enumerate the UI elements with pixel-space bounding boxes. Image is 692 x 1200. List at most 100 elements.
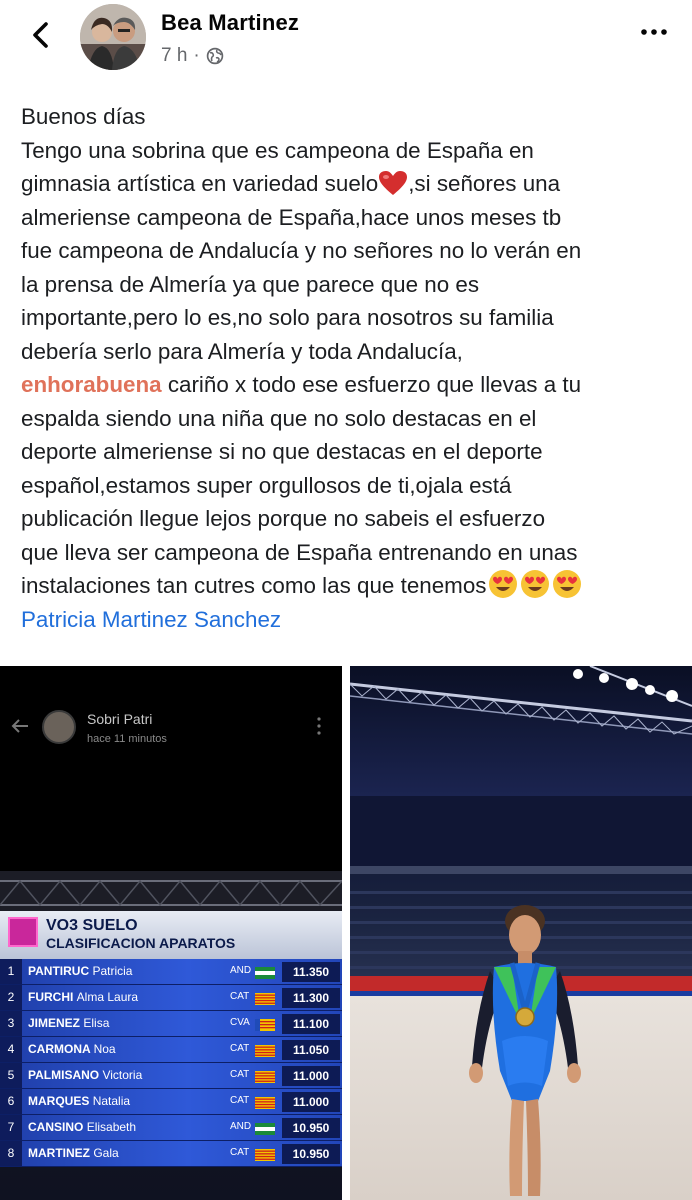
athlete-name: PALMISANO Victoria xyxy=(28,1068,143,1082)
rank-cell: 8 xyxy=(0,1141,22,1166)
scoreboard-row: 6 MARQUES Natalia CAT 11.000 xyxy=(0,1089,342,1115)
gymnast-figure xyxy=(469,905,581,1196)
athlete-name: MARQUES Natalia xyxy=(28,1094,131,1108)
scoreboard-row: 2 FURCHI Alma Laura CAT 11.300 xyxy=(0,985,342,1011)
athlete-name: CANSINO Elisabeth xyxy=(28,1120,137,1134)
story-name: Sobri Patri xyxy=(87,711,153,727)
text-line: que lleva ser campeona de España entrena… xyxy=(21,539,578,565)
team-code: AND xyxy=(230,1121,252,1132)
text-line: Patricia Martinez Sanchez xyxy=(21,603,681,637)
team-code: CAT xyxy=(230,1069,250,1080)
team-flag-icon xyxy=(255,1018,275,1031)
team-flag-icon xyxy=(255,992,275,1005)
heart-emoji-icon xyxy=(379,171,408,195)
text-line: enhorabuena cariño x todo ese esfuerzo q… xyxy=(21,368,681,402)
scoreboard-row: 5 PALMISANO Victoria CAT 11.000 xyxy=(0,1063,342,1089)
heart-eyes-emoji-icon xyxy=(521,570,550,598)
author-name[interactable]: Bea Martinez xyxy=(161,10,299,36)
meta-separator: · xyxy=(193,45,200,66)
score-cell: 11.300 xyxy=(282,988,340,1008)
arrow-left-icon xyxy=(11,719,28,733)
score-cell: 11.000 xyxy=(282,1066,340,1086)
highlighted-word: enhorabuena xyxy=(21,372,162,397)
text-line: debería serlo para Almería y toda Andalu… xyxy=(21,338,463,364)
text-line: Tengo una sobrina que es campeona de Esp… xyxy=(21,137,534,163)
heart-eyes-emoji-icon xyxy=(489,570,518,598)
text-line: instalaciones tan cutres como las que te… xyxy=(21,569,681,603)
text-line: importante,pero lo es,no solo para nosot… xyxy=(21,305,554,330)
scoreboard-row: 7 CANSINO Elisabeth AND 10.950 xyxy=(0,1115,342,1141)
team-code: CAT xyxy=(230,1043,250,1054)
score-cell: 11.050 xyxy=(282,1040,340,1060)
scoreboard-row: 1 PANTIRUC Patricia AND 11.350 xyxy=(0,959,342,985)
score-cell: 10.950 xyxy=(282,1118,340,1138)
photo-grid: Sobri Patri hace 11 minutos VO3 SUELO CL… xyxy=(0,666,692,1200)
more-vertical-icon xyxy=(317,717,321,735)
author-avatar[interactable] xyxy=(80,4,146,70)
athlete-name: PANTIRUC Patricia xyxy=(28,964,133,978)
globe-icon xyxy=(206,47,224,65)
results-scoreboard: VO3 SUELO CLASIFICACION APARATOS 1 PANTIR… xyxy=(0,871,342,1200)
post-header: Bea Martinez 7 h · xyxy=(0,0,692,80)
rank-cell: 4 xyxy=(0,1037,22,1062)
team-flag-icon xyxy=(255,966,275,979)
team-code: AND xyxy=(230,965,252,976)
heart-eyes-emoji-icon xyxy=(553,570,582,598)
story-avatar xyxy=(42,710,76,744)
team-code: CAT xyxy=(230,1095,250,1106)
text-segment: cariño x todo ese esfuerzo que llevas a … xyxy=(161,372,582,397)
scoreboard-row: 3 JIMENEZ Elisa CVA 11.100 xyxy=(0,1011,342,1037)
photo-gymnast[interactable] xyxy=(350,666,692,1200)
tagged-person-link[interactable]: Patricia Martinez Sanchez xyxy=(21,607,281,632)
photo-scoreboard[interactable]: Sobri Patri hace 11 minutos VO3 SUELO CL… xyxy=(0,666,342,1200)
text-segment: ,si señores una xyxy=(408,171,561,196)
scoreboard-row: 8 MARTINEZ Gala CAT 10.950 xyxy=(0,1141,342,1167)
text-segment: instalaciones tan cutres como las que te… xyxy=(21,573,487,598)
score-cell: 11.100 xyxy=(282,1014,340,1034)
arena-ceiling xyxy=(350,666,692,796)
event-logo xyxy=(8,917,38,947)
story-time: hace 11 minutos xyxy=(87,733,167,745)
text-line: almeriense campeona de España,hace unos … xyxy=(21,204,562,230)
text-line: espalda siendo una niña que no solo dest… xyxy=(21,405,537,431)
chevron-left-icon[interactable] xyxy=(26,18,56,52)
ceiling-truss xyxy=(0,871,342,911)
text-segment: gimnasia artística en variedad suelo xyxy=(21,171,379,196)
team-flag-icon xyxy=(255,1044,275,1057)
team-flag-icon xyxy=(255,1070,275,1083)
team-flag-icon xyxy=(255,1096,275,1109)
scoreboard-title: VO3 SUELO xyxy=(46,917,138,934)
team-flag-icon xyxy=(255,1148,275,1161)
scoreboard-row: 4 CARMONA Noa CAT 11.050 xyxy=(0,1037,342,1063)
text-line: publicación llegue lejos porque no sabei… xyxy=(21,506,546,531)
text-line: gimnasia artística en variedad suelo ,si … xyxy=(21,167,681,201)
post-time[interactable]: 7 h xyxy=(161,45,187,67)
team-code: CAT xyxy=(230,1147,250,1158)
team-flag-icon xyxy=(255,1122,275,1135)
score-cell: 11.000 xyxy=(282,1092,340,1112)
scoreboard-header: VO3 SUELO CLASIFICACION APARATOS xyxy=(0,911,342,961)
rank-cell: 7 xyxy=(0,1115,22,1140)
scoreboard-rows: 1 PANTIRUC Patricia AND 11.350 2 FURCHI Alma … xyxy=(0,959,342,1167)
athlete-name: CARMONA Noa xyxy=(28,1042,116,1056)
score-cell: 10.950 xyxy=(282,1144,340,1164)
athlete-name: MARTINEZ Gala xyxy=(28,1146,119,1160)
athlete-name: JIMENEZ Elisa xyxy=(28,1016,110,1030)
post-text: Buenos días Tengo una sobrina que es cam… xyxy=(21,100,681,636)
rank-cell: 5 xyxy=(0,1063,22,1088)
team-code: CAT xyxy=(230,991,250,1002)
text-line: Buenos días xyxy=(21,104,146,129)
athlete-name: FURCHI Alma Laura xyxy=(28,990,139,1004)
team-code: CVA xyxy=(230,1017,250,1028)
rank-cell: 2 xyxy=(0,985,22,1010)
scoreboard-subtitle: CLASIFICACION APARATOS xyxy=(46,935,236,951)
text-line: español,estamos super orgullosos de ti,o… xyxy=(21,472,512,498)
post-meta: 7 h · xyxy=(161,45,224,67)
rank-cell: 3 xyxy=(0,1011,22,1036)
more-horizontal-icon[interactable] xyxy=(640,22,668,42)
rank-cell: 1 xyxy=(0,959,22,984)
rank-cell: 6 xyxy=(0,1089,22,1114)
text-line: la prensa de Almería ya que parece que n… xyxy=(21,271,480,297)
score-cell: 11.350 xyxy=(282,962,340,982)
text-line: fue campeona de Andalucía y no señores n… xyxy=(21,238,582,263)
